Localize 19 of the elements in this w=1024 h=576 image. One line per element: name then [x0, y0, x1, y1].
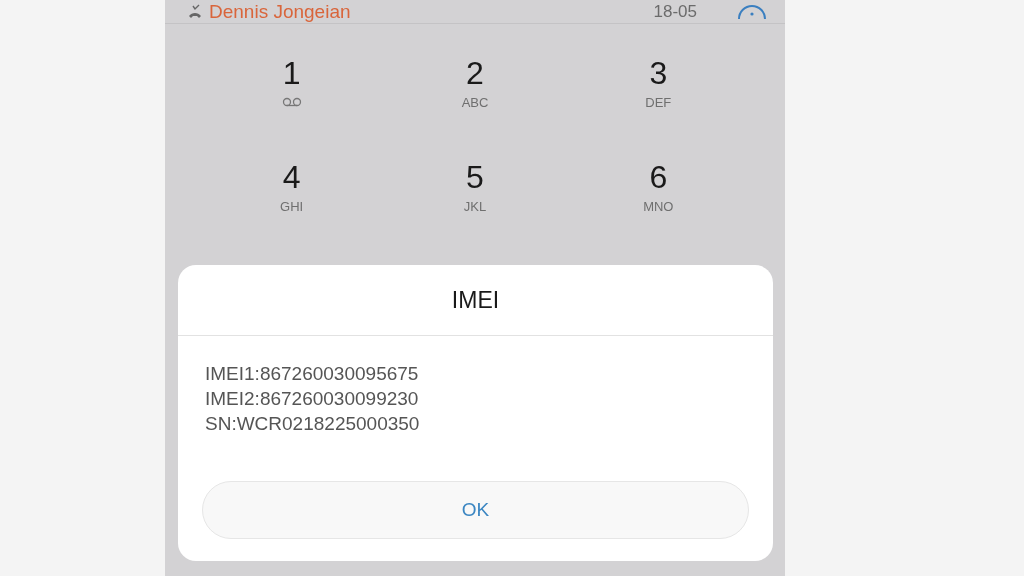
key-letters: DEF [645, 95, 672, 111]
key-digit[interactable]: 6 [649, 157, 668, 197]
voicemail-icon [281, 97, 302, 107]
device-id-line: IMEI2:867260030099230 [205, 387, 420, 411]
key-letters: GHI [280, 199, 304, 215]
key-letters: MNO [643, 199, 674, 215]
key-digit[interactable]: 4 [282, 157, 301, 197]
info-icon[interactable] [737, 5, 767, 19]
ok-button[interactable]: OK [202, 481, 749, 539]
key-digit[interactable]: 1 [282, 53, 301, 93]
call-time: 18-05 [653, 0, 697, 23]
key-letters: ABC [461, 95, 489, 111]
key-digit[interactable]: 3 [649, 53, 668, 93]
device-id-line: IMEI1:867260030095675 [205, 362, 420, 386]
key-letters: JKL [463, 199, 487, 215]
key-digit[interactable]: 2 [466, 53, 484, 93]
dialog-title: IMEI [451, 285, 500, 315]
device-id-line: SN:WCR0218225000350 [205, 412, 421, 436]
key-digit[interactable]: 5 [466, 157, 484, 197]
